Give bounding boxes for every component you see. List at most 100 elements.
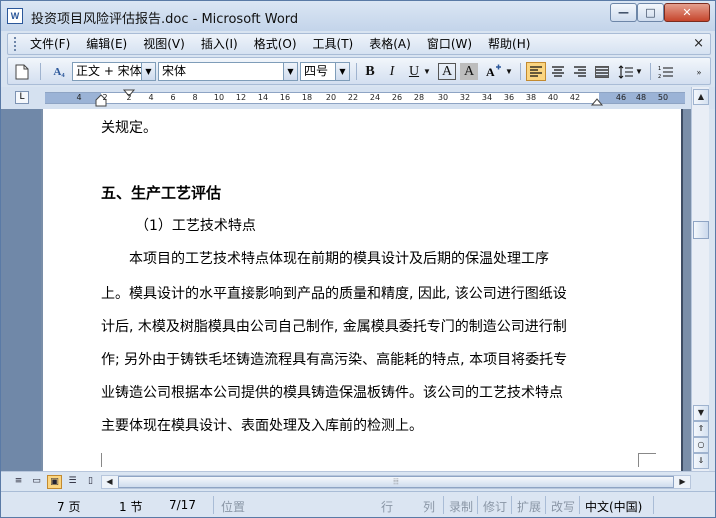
ruler-tick-label: 30 [437,93,449,102]
status-section[interactable]: 1 节 [119,498,142,515]
status-track-changes[interactable]: 修订 [483,498,507,515]
title-bar: W 投资项目风险评估报告.doc - Microsoft Word — □ ✕ [1,1,715,31]
char-shading-button[interactable]: A [460,63,478,80]
chevron-down-icon[interactable]: ▼ [283,63,297,80]
vertical-scrollbar[interactable]: ▲ ▼ ⇑ ○ ⇓ [691,87,709,471]
underline-button[interactable]: U [404,62,424,81]
align-center-icon[interactable] [548,62,568,81]
italic-button[interactable]: I [382,62,402,81]
ruler-tick-label: 16 [279,93,291,102]
scroll-left-icon[interactable]: ◀ [102,476,117,488]
ruler-tick-label: 48 [635,93,647,102]
char-scaling-dropdown-icon[interactable]: ▼ [504,62,514,81]
ruler-tick-label: 46 [615,93,627,102]
menu-grip[interactable] [14,37,18,51]
sub-heading[interactable]: （1）工艺技术特点 [135,215,256,235]
menu-insert[interactable]: 插入(I) [193,34,246,54]
scroll-right-icon[interactable]: ▶ [675,476,690,488]
document-left-gutter [1,109,41,471]
status-record[interactable]: 录制 [449,498,473,515]
status-extend[interactable]: 扩展 [517,498,541,515]
document-close-icon[interactable]: × [693,36,704,51]
document-area: 关规定。 五、生产工艺评估 （1）工艺技术特点 本项目的工艺技术特点体现在前期的… [1,109,691,471]
align-right-icon[interactable] [570,62,590,81]
chevron-down-icon[interactable]: ▼ [141,63,155,80]
paragraph-line[interactable]: 业铸造公司根据本公司提供的模具铸造保温板铸件。该公司的工艺技术特点 [101,382,563,402]
normal-view-icon[interactable]: ≡ [11,475,26,489]
status-separator [545,496,546,514]
web-layout-view-icon[interactable]: ▭ [29,475,44,489]
underline-dropdown-icon[interactable]: ▼ [422,62,432,81]
ruler-tick-label: 4 [148,93,154,102]
menu-table[interactable]: 表格(A) [361,34,419,54]
menu-view[interactable]: 视图(V) [135,34,193,54]
numbering-icon[interactable]: 12 [656,62,676,81]
status-overtype[interactable]: 改写 [551,498,575,515]
font-combo-value: 宋体 [162,64,187,78]
menu-window[interactable]: 窗口(W) [419,34,480,54]
paragraph-line[interactable]: 主要体现在模具设计、表面处理及入库前的检测上。 [101,415,423,435]
menu-file[interactable]: 文件(F) [22,34,78,54]
vertical-scroll-thumb[interactable] [693,221,709,239]
status-position[interactable]: 位置 [221,498,245,515]
document-page[interactable]: 关规定。 五、生产工艺评估 （1）工艺技术特点 本项目的工艺技术特点体现在前期的… [43,109,683,471]
ruler-tick-label: 20 [325,93,337,102]
ruler-tick-label: 32 [459,93,471,102]
maximize-button[interactable]: □ [637,3,664,22]
ruler-tick-label: 12 [235,93,247,102]
toolbar-options-icon[interactable]: » [692,62,706,81]
style-combo[interactable]: 正文 + 宋体 ▼ [72,62,156,81]
chevron-down-icon[interactable]: ▼ [335,63,349,80]
menu-tools[interactable]: 工具(T) [305,34,362,54]
menu-edit[interactable]: 编辑(E) [78,34,135,54]
new-document-icon[interactable] [12,62,32,81]
word-app-icon[interactable]: W [7,8,23,24]
char-border-button[interactable]: A [438,63,456,80]
select-browse-object-icon[interactable]: ○ [693,437,709,453]
status-language[interactable]: 中文(中国) [585,498,642,515]
font-size-value: 四号 [304,64,329,78]
status-page[interactable]: 7 页 [57,498,80,515]
paragraph-line[interactable]: 上。模具设计的水平直接影响到产品的质量和精度, 因此, 该公司进行图纸设 [101,283,567,303]
section-heading[interactable]: 五、生产工艺评估 [101,182,221,203]
paragraph-line[interactable]: 关规定。 [101,117,157,137]
horizontal-ruler[interactable]: 4 2 2 4 6 8 10 12 14 16 18 20 22 24 26 28 30 32 34 36 38 40 42… [45,89,685,107]
horizontal-scrollbar[interactable]: ◀ ⦙⦙⦙ ▶ [101,475,691,489]
justify-icon[interactable] [592,62,612,81]
ruler-tick-label: 22 [347,93,359,102]
paragraph-line[interactable]: 本项目的工艺技术特点体现在前期的模具设计及后期的保温处理工序 [101,248,549,268]
next-page-icon[interactable]: ⇓ [693,453,709,469]
menu-format[interactable]: 格式(O) [246,34,305,54]
paragraph-line[interactable]: 作; 另外由于铸铁毛坯铸造流程具有高污染、高能耗的特点, 本项目将委托专 [101,349,567,369]
print-layout-view-icon[interactable]: ▣ [47,475,62,489]
right-indent-marker-icon[interactable] [591,95,603,107]
horizontal-scroll-thumb[interactable]: ⦙⦙⦙ [118,476,674,488]
status-separator [213,496,214,514]
bold-button[interactable]: B [360,62,380,81]
line-spacing-icon[interactable] [616,62,636,81]
page-corner-mark [101,453,102,467]
status-line[interactable]: 行 [381,498,393,515]
font-size-combo[interactable]: 四号 ▼ [300,62,350,81]
styles-icon[interactable]: A₄ [48,62,70,81]
line-spacing-dropdown-icon[interactable]: ▼ [634,62,644,81]
outline-view-icon[interactable]: ☰ [65,475,80,489]
tab-selector[interactable]: L [15,91,29,104]
scroll-up-icon[interactable]: ▲ [693,89,709,105]
previous-page-icon[interactable]: ⇑ [693,421,709,437]
char-scaling-icon[interactable]: A [484,62,504,81]
close-button[interactable]: ✕ [664,3,710,22]
paragraph-line[interactable]: 计后, 木模及树脂模具由公司自己制作, 金属模具委托专门的制造公司进行制 [101,316,567,336]
status-column[interactable]: 列 [423,498,435,515]
font-combo[interactable]: 宋体 ▼ [158,62,298,81]
reading-layout-view-icon[interactable]: ▯ [83,475,98,489]
ruler-tick-label: 26 [391,93,403,102]
status-separator [653,496,654,514]
ruler-tick-label: 14 [257,93,269,102]
align-left-icon[interactable] [526,62,546,81]
menu-help[interactable]: 帮助(H) [480,34,538,54]
toolbar-separator [40,63,41,80]
scroll-down-icon[interactable]: ▼ [693,405,709,421]
minimize-button[interactable]: — [610,3,637,22]
status-page-count[interactable]: 7/17 [169,498,196,512]
